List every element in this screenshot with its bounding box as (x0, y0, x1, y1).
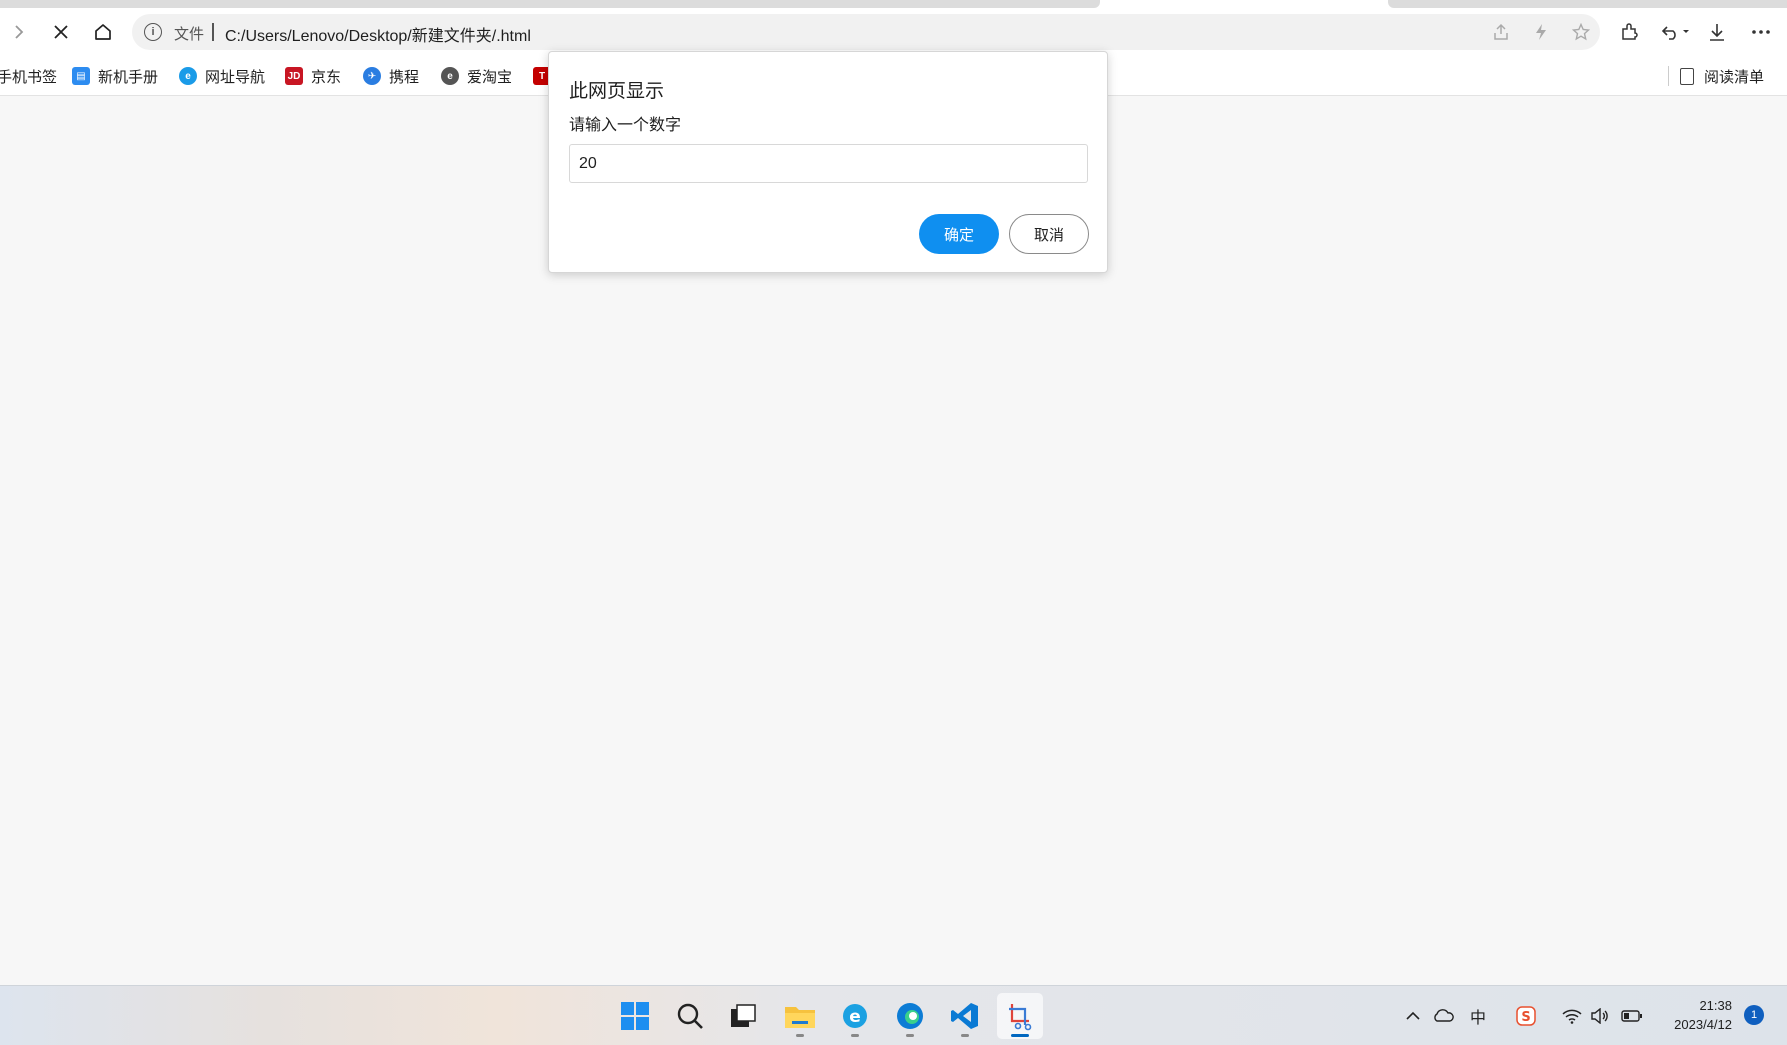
reading-list-icon (1680, 67, 1694, 85)
running-indicator (796, 1034, 804, 1037)
bookmark-ctrip[interactable]: ✈ 携程 (363, 65, 419, 87)
bookmark-label: 爱淘宝 (467, 68, 513, 86)
taskbar-clock[interactable]: 21:38 2023/4/12 (1656, 996, 1732, 1034)
reading-list-label: 阅读清单 (1704, 68, 1765, 86)
windows-start-icon[interactable] (612, 993, 658, 1039)
cancel-button[interactable]: 取消 (1009, 214, 1089, 254)
bookmark-jd[interactable]: JD 京东 (285, 65, 341, 87)
home-icon[interactable] (86, 16, 120, 48)
tab-strip-segment[interactable] (0, 0, 1100, 8)
address-file-label: 文件 (174, 26, 205, 43)
address-divider (212, 23, 214, 41)
running-indicator (906, 1034, 914, 1037)
task-view-icon[interactable] (720, 993, 766, 1039)
cloud-icon[interactable] (1432, 1006, 1454, 1026)
bookmark-label: 网址导航 (205, 68, 266, 86)
favorite-star-icon[interactable] (1570, 22, 1592, 42)
clock-date: 2023/4/12 (1674, 1017, 1732, 1032)
dialog-message: 请输入一个数字 (569, 117, 682, 134)
share-icon[interactable] (1490, 22, 1512, 42)
running-indicator (961, 1034, 969, 1037)
prompt-dialog: 此网页显示 请输入一个数字 20 确定 取消 (548, 51, 1108, 273)
bookmark-manual[interactable]: ▤ 新机手册 (72, 65, 158, 87)
svg-text:S: S (1521, 1010, 1530, 1025)
extensions-icon[interactable] (1612, 16, 1646, 48)
dialog-title: 此网页显示 (569, 81, 665, 102)
bolt-icon[interactable] (1530, 22, 1552, 42)
running-indicator (1011, 1034, 1029, 1037)
running-indicator (851, 1034, 859, 1037)
download-icon[interactable] (1700, 16, 1734, 48)
bookmark-label: 携程 (389, 68, 420, 86)
tab-strip-segment[interactable] (1388, 0, 1787, 8)
clock-time: 21:38 (1699, 998, 1732, 1013)
wifi-icon[interactable] (1561, 1006, 1583, 1026)
more-icon[interactable] (1744, 16, 1778, 48)
windows-taskbar: e 中 S 21:38 2023/4/12 1 (0, 985, 1787, 1045)
close-icon[interactable] (44, 16, 78, 48)
volume-icon[interactable] (1589, 1006, 1611, 1026)
forward-icon[interactable] (2, 16, 36, 48)
file-explorer-icon[interactable] (777, 993, 823, 1039)
bookmark-taobao[interactable]: e 爱淘宝 (441, 65, 512, 87)
ctrip-icon: ✈ (363, 67, 381, 85)
reading-list-button[interactable]: 阅读清单 (1680, 65, 1764, 87)
svg-text:e: e (849, 1007, 861, 1027)
tab-strip (0, 0, 1787, 8)
search-icon[interactable] (667, 993, 713, 1039)
manual-icon: ▤ (72, 67, 90, 85)
sogou-icon[interactable]: S (1515, 1006, 1537, 1026)
notification-badge[interactable]: 1 (1744, 1005, 1764, 1025)
edge-icon[interactable] (887, 993, 933, 1039)
address-bar[interactable]: i 文件 C:/Users/Lenovo/Desktop/新建文件夹/.html (132, 14, 1600, 50)
bookmark-nav[interactable]: e 网址导航 (179, 65, 265, 87)
bookmark-label: 手机书签 (0, 68, 58, 86)
browser-toolbar: i 文件 C:/Users/Lenovo/Desktop/新建文件夹/.html (0, 8, 1787, 56)
battery-icon[interactable] (1621, 1006, 1643, 1026)
bookmark-label: 新机手册 (98, 68, 159, 86)
jd-icon: JD (285, 67, 303, 85)
input-method-icon[interactable]: 中 (1467, 1006, 1489, 1027)
address-url[interactable]: C:/Users/Lenovo/Desktop/新建文件夹/.html (225, 22, 531, 46)
taobao-icon: e (441, 67, 459, 85)
ok-button[interactable]: 确定 (919, 214, 999, 254)
chevron-up-icon[interactable] (1402, 1006, 1424, 1026)
info-icon[interactable]: i (144, 23, 162, 41)
bookmark-label: 京东 (311, 68, 342, 86)
ie-browser-icon[interactable]: e (832, 993, 878, 1039)
bookmarks-divider (1668, 66, 1669, 86)
nav-icon: e (179, 67, 197, 85)
dialog-number-input[interactable]: 20 (569, 144, 1088, 183)
vscode-icon[interactable] (942, 993, 988, 1039)
bookmark-phone[interactable]: 手机书签 (0, 65, 57, 87)
snipping-tool-icon[interactable] (997, 993, 1043, 1039)
undo-icon[interactable] (1656, 16, 1696, 48)
